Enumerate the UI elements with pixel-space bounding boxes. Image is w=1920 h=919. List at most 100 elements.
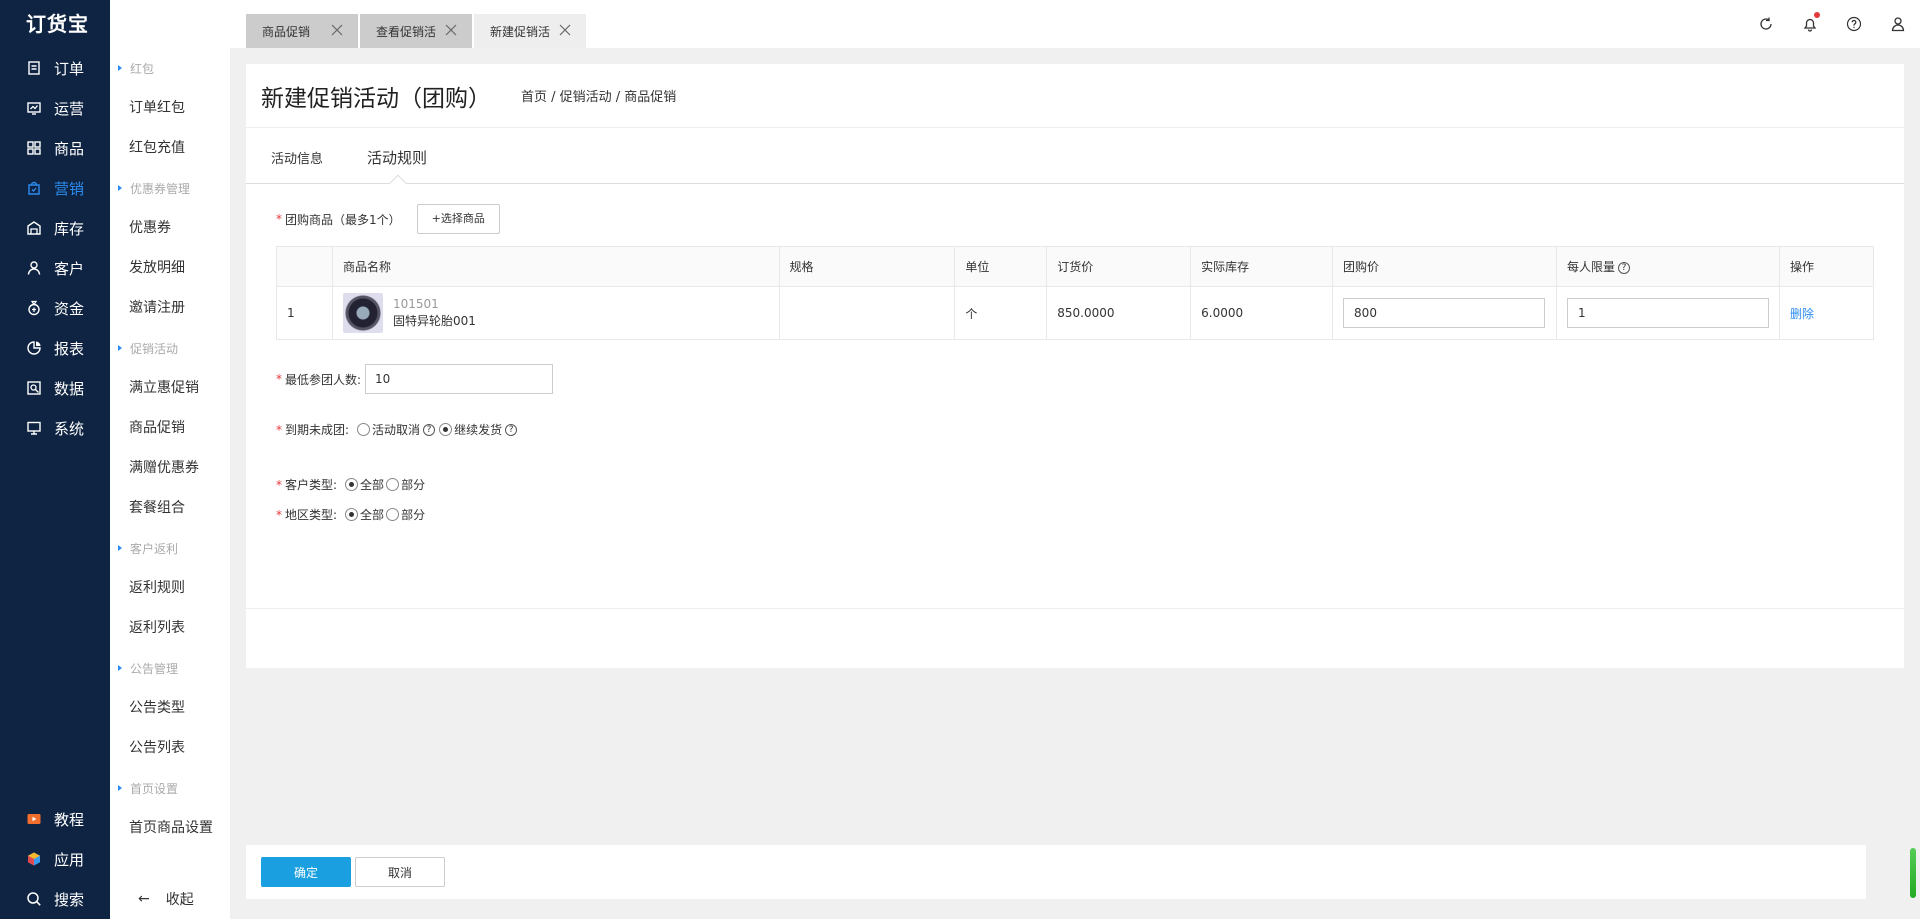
expire-label: 到期未成团: bbox=[285, 423, 350, 437]
sub-sidebar: 红包 订单红包 红包充值 优惠券管理 优惠券 发放明细 邀请注册 促销活动 满立惠促销 商品促销满… bbox=[110, 48, 230, 919]
nav-item-7[interactable]: 报表 bbox=[0, 328, 110, 368]
subnav-item[interactable]: 邀请注册 bbox=[110, 288, 230, 328]
top-tab-2[interactable]: 新建促销活 bbox=[474, 14, 586, 48]
order-icon bbox=[26, 60, 42, 76]
region-type-partial-radio[interactable]: 部分 bbox=[386, 506, 425, 523]
bell-icon[interactable] bbox=[1800, 12, 1820, 34]
subnav-item[interactable]: 商品促销 bbox=[110, 408, 230, 448]
help-icon[interactable] bbox=[1844, 14, 1864, 34]
subnav-item[interactable]: 返利规则 bbox=[110, 568, 230, 608]
subnav-item[interactable]: 套餐组合 bbox=[110, 488, 230, 528]
money-icon bbox=[26, 300, 42, 316]
spec-cell bbox=[778, 286, 956, 340]
caret-right-icon bbox=[118, 545, 122, 551]
help-icon[interactable]: ? bbox=[423, 423, 436, 436]
collapse-button[interactable]: ← 收起 bbox=[110, 879, 230, 919]
nav-item-8[interactable]: 数据 bbox=[0, 368, 110, 408]
subnav-item[interactable]: 订单红包 bbox=[110, 88, 230, 128]
report-icon bbox=[26, 340, 42, 356]
expire-cancel-radio[interactable]: 活动取消 ? bbox=[357, 421, 436, 438]
help-icon[interactable]: ? bbox=[1618, 261, 1631, 274]
option-all-label: 全部 bbox=[360, 508, 385, 522]
delete-link[interactable]: 删除 bbox=[1790, 307, 1814, 321]
top-tab-label: 查看促销活 bbox=[376, 24, 436, 39]
radio-circle-selected bbox=[439, 423, 453, 436]
subnav-item[interactable]: 优惠券 bbox=[110, 208, 230, 248]
caret-right-icon bbox=[118, 665, 122, 671]
system-icon bbox=[26, 420, 42, 436]
table-header: 订货价 bbox=[1046, 246, 1192, 287]
subnav-item[interactable]: 发放明细 bbox=[110, 248, 230, 288]
table-header: 规格 bbox=[778, 246, 956, 287]
subnav-group-label: 首页设置 bbox=[130, 781, 179, 796]
nav-item-1[interactable]: 运营 bbox=[0, 88, 110, 128]
action-bar: 确定 取消 bbox=[246, 845, 1866, 899]
subnav-group-label: 促销活动 bbox=[130, 341, 179, 356]
limit-input[interactable]: 1 bbox=[1567, 298, 1770, 328]
confirm-button[interactable]: 确定 bbox=[261, 857, 351, 887]
unit-cell: 个 bbox=[954, 286, 1048, 340]
nav-item-2[interactable]: 商品 bbox=[0, 128, 110, 168]
nav-item-4[interactable]: 库存 bbox=[0, 208, 110, 248]
region-type-all-radio[interactable]: 全部 bbox=[345, 506, 384, 523]
tab-activity-info[interactable]: 活动信息 bbox=[271, 148, 323, 167]
group-price-input[interactable]: 800 bbox=[1343, 298, 1546, 328]
nav-item-3[interactable]: 营销 bbox=[0, 168, 110, 208]
top-tab-1[interactable]: 查看促销活 bbox=[360, 14, 472, 48]
nav-item-label: 数据 bbox=[54, 379, 85, 398]
rule-tabs: 活动信息 活动规则 bbox=[246, 128, 1904, 192]
nav-bottom-item-0[interactable]: 教程 bbox=[0, 799, 110, 839]
expire-continue-radio[interactable]: 继续发货 ? bbox=[439, 421, 518, 438]
nav-item-9[interactable]: 系统 bbox=[0, 408, 110, 448]
subnav-item[interactable]: 满立惠促销 bbox=[110, 368, 230, 408]
option-all-label: 全部 bbox=[360, 478, 385, 492]
nav-item-label: 商品 bbox=[54, 139, 85, 158]
nav-item-label: 资金 bbox=[54, 299, 85, 318]
expire-cancel-label: 活动取消 bbox=[372, 423, 421, 437]
select-goods-button[interactable]: +选择商品 bbox=[416, 204, 500, 234]
close-icon[interactable] bbox=[330, 23, 344, 37]
active-tab-caret bbox=[389, 174, 407, 192]
group-goods-label: 团购商品（最多1个） bbox=[285, 212, 401, 227]
subnav-item[interactable]: 公告类型 bbox=[110, 688, 230, 728]
subnav-group-title: 客户返利 bbox=[110, 528, 230, 568]
data-icon bbox=[26, 380, 42, 396]
user-icon[interactable] bbox=[1888, 14, 1908, 34]
close-icon[interactable] bbox=[444, 23, 458, 37]
subnav-item[interactable]: 公告列表 bbox=[110, 728, 230, 768]
caret-right-icon bbox=[118, 345, 122, 351]
apps-icon bbox=[26, 851, 42, 867]
caret-right-icon bbox=[118, 65, 122, 71]
close-icon[interactable] bbox=[558, 23, 572, 37]
cancel-button[interactable]: 取消 bbox=[355, 857, 445, 887]
min-people-input[interactable]: 10 bbox=[365, 364, 554, 394]
help-icon[interactable]: ? bbox=[505, 423, 518, 436]
expire-continue-label: 继续发货 bbox=[454, 423, 503, 437]
subnav-item[interactable]: 红包充值 bbox=[110, 128, 230, 168]
table-header: 单位 bbox=[954, 246, 1048, 287]
nav-bottom-item-2[interactable]: 搜索 bbox=[0, 879, 110, 919]
customer-type-partial-radio[interactable]: 部分 bbox=[386, 476, 425, 493]
nav-item-5[interactable]: 客户 bbox=[0, 248, 110, 288]
notification-dot bbox=[1814, 12, 1820, 18]
nav-item-6[interactable]: 资金 bbox=[0, 288, 110, 328]
limit-cell: 1 bbox=[1556, 286, 1781, 340]
tab-activity-rules[interactable]: 活动规则 bbox=[367, 147, 427, 168]
subnav-item[interactable]: 返利列表 bbox=[110, 608, 230, 648]
customer-type-all-radio[interactable]: 全部 bbox=[345, 476, 384, 493]
price-cell: 850.0000 bbox=[1046, 286, 1192, 340]
nav-item-0[interactable]: 订单 bbox=[0, 48, 110, 88]
goods-name: 固特异轮胎001 bbox=[392, 314, 476, 328]
subnav-item[interactable]: 满赠优惠券 bbox=[110, 448, 230, 488]
scroll-indicator[interactable] bbox=[1910, 848, 1916, 898]
goods-table: 商品名称 规格 单位 订货价 实际库存 团购价 每人限量? 操作 1 101501 固特异轮胎00… bbox=[276, 246, 1874, 340]
refresh-icon[interactable] bbox=[1756, 14, 1776, 34]
option-partial-label: 部分 bbox=[401, 478, 426, 492]
nav-bottom-item-1[interactable]: 应用 bbox=[0, 839, 110, 879]
customer-type-label: 客户类型: bbox=[285, 478, 338, 492]
nav-item-label: 搜索 bbox=[54, 890, 85, 909]
main-panel: 新建促销活动（团购） 首页 / 促销活动 / 商品促销 活动信息 活动规则 * … bbox=[246, 64, 1904, 668]
top-tab-0[interactable]: 商品促销 bbox=[246, 14, 358, 48]
nav-item-label: 应用 bbox=[54, 850, 85, 869]
subnav-item[interactable]: 首页商品设置 bbox=[110, 808, 230, 848]
